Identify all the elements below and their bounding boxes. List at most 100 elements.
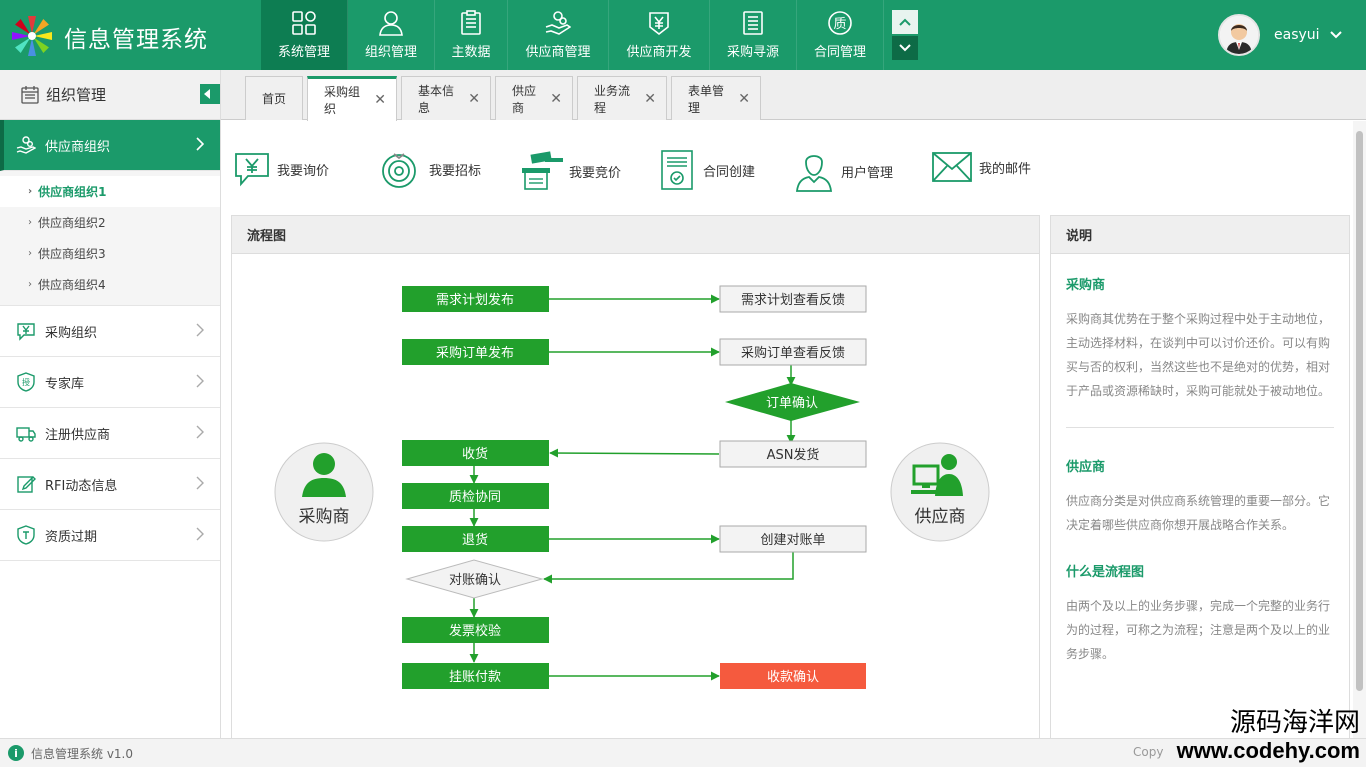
chevron-down-icon bbox=[899, 44, 911, 52]
tab-basic-info[interactable]: 基本信息 ✕ bbox=[401, 76, 491, 120]
tab-form-mgmt[interactable]: 表单管理 ✕ bbox=[671, 76, 761, 120]
flow-step-order-publish: 采购订单发布 bbox=[402, 339, 549, 365]
svg-text:采购商: 采购商 bbox=[299, 507, 350, 527]
sub-item-label: 供应商组织3 bbox=[38, 247, 106, 261]
quick-label: 用户管理 bbox=[841, 165, 894, 181]
nav-sourcing[interactable]: 采购寻源 bbox=[710, 0, 797, 70]
sidebar-item-label: 采购组织 bbox=[45, 325, 98, 341]
quick-user-mgmt[interactable]: 用户管理 bbox=[793, 149, 893, 193]
scrollbar-thumb[interactable] bbox=[1356, 131, 1363, 691]
sidebar-item-purchase-org[interactable]: 采购组织 bbox=[0, 306, 220, 357]
nav-label: 采购寻源 bbox=[726, 45, 779, 60]
nav-label: 主数据 bbox=[451, 45, 491, 60]
desc-text: 供应商分类是对供应商系统管理的重要一部分。它决定着哪些供应商你想开展战略合作关系… bbox=[1066, 494, 1331, 532]
desc-heading: 供应商 bbox=[1066, 460, 1106, 475]
nav-supplier-dev[interactable]: 供应商开发 bbox=[609, 0, 710, 70]
quick-tender[interactable]: 我要招标 bbox=[379, 149, 481, 189]
quality-icon: 质 bbox=[828, 11, 852, 35]
app-version: 信息管理系统 v1.0 bbox=[31, 746, 134, 761]
grid-icon bbox=[292, 11, 316, 35]
close-icon[interactable]: ✕ bbox=[738, 91, 750, 107]
tab-label: 表单管理 bbox=[688, 83, 725, 115]
desc-text: 采购商其优势在于整个采购过程中处于主动地位，主动选择材料，在谈判中可以讨价还价。… bbox=[1066, 312, 1331, 398]
desc-text: 由两个及以上的业务步骤，完成一个完整的业务行为的过程，可称之为流程；注意是两个及… bbox=[1066, 599, 1331, 661]
svg-text:质: 质 bbox=[833, 17, 846, 32]
flow-step-qc: 质检协同 bbox=[402, 483, 549, 509]
quick-my-mail[interactable]: 我的邮件 bbox=[931, 149, 1031, 185]
close-icon[interactable]: ✕ bbox=[374, 92, 386, 108]
sidebar-item-cert-expired[interactable]: 资质过期 bbox=[0, 510, 220, 561]
sidebar-item-label: RFI动态信息 bbox=[45, 478, 118, 494]
nav-system[interactable]: 系统管理 bbox=[261, 0, 348, 70]
sidebar: 组织管理 供应商组织 › 供应商组织1 › 供应商组织2 › 供应商组织3 › 供应商组… bbox=[0, 70, 221, 739]
sidebar-item-label: 供应商组织 bbox=[45, 139, 111, 155]
tab-label: 业务流程 bbox=[594, 83, 631, 115]
chevron-right-icon: › bbox=[28, 248, 32, 259]
sidebar-sub-list: › 供应商组织1 › 供应商组织2 › 供应商组织3 › 供应商组织4 bbox=[0, 171, 220, 306]
sidebar-item-expert-library[interactable]: 授 专家库 bbox=[0, 357, 220, 408]
quick-contract[interactable]: 合同创建 bbox=[659, 149, 755, 191]
sub-item-supplier-org-4[interactable]: › 供应商组织4 bbox=[0, 269, 220, 300]
flow-step-order-feedback: 采购订单查看反馈 bbox=[719, 338, 867, 366]
sidebar-item-rfi-info[interactable]: RFI动态信息 bbox=[0, 459, 220, 510]
avatar bbox=[1218, 14, 1260, 56]
nav-label: 合同管理 bbox=[813, 45, 866, 60]
flow-chart: 需求计划发布 采购订单发布 收货 质检协同 退货 对账确认 发票校验 挂账付款 … bbox=[274, 285, 990, 689]
quick-bidding[interactable]: 我要竞价 bbox=[521, 149, 621, 193]
flow-step-demand-feedback: 需求计划查看反馈 bbox=[719, 285, 867, 313]
document-icon bbox=[743, 11, 763, 35]
sidebar-item-label: 注册供应商 bbox=[45, 427, 111, 443]
app-title: 信息管理系统 bbox=[64, 27, 208, 53]
nav-contract[interactable]: 质 合同管理 bbox=[797, 0, 884, 70]
sub-item-supplier-org-3[interactable]: › 供应商组织3 bbox=[0, 238, 220, 269]
svg-text:供应商: 供应商 bbox=[915, 507, 966, 527]
content-scrollbar[interactable] bbox=[1353, 121, 1366, 738]
svg-text:对账确认: 对账确认 bbox=[449, 573, 501, 588]
sub-item-supplier-org-1[interactable]: › 供应商组织1 bbox=[0, 176, 220, 207]
hand-coin-icon bbox=[545, 11, 571, 35]
description-panel: 说明 采购商 采购商其优势在于整个采购过程中处于主动地位，主动选择材料，在谈判中… bbox=[1050, 215, 1350, 745]
tab-supplier[interactable]: 供应商 ✕ bbox=[495, 76, 573, 120]
main-content: 我要询价 我要招标 我要竞价 合同创建 用户管理 我的邮件 流程图 需求计划发布… bbox=[221, 121, 1353, 745]
sidebar-item-supplier-org[interactable]: 供应商组织 bbox=[0, 120, 220, 171]
flow-step-order-confirm: 订单确认 bbox=[725, 383, 860, 421]
description-panel-title: 说明 bbox=[1051, 216, 1349, 254]
tab-home[interactable]: 首页 bbox=[245, 76, 303, 120]
nav-label: 组织管理 bbox=[364, 45, 417, 60]
quick-label: 我要招标 bbox=[429, 163, 482, 179]
quick-inquiry[interactable]: 我要询价 bbox=[233, 149, 329, 189]
nav-supplier-mgmt[interactable]: 供应商管理 bbox=[508, 0, 609, 70]
sidebar-collapse-button[interactable] bbox=[200, 84, 220, 104]
yen-chat-icon bbox=[235, 153, 269, 187]
tab-purchase-org[interactable]: 采购组织 ✕ bbox=[307, 76, 397, 121]
svg-text:发票校验: 发票校验 bbox=[449, 623, 501, 639]
desc-section-buyer: 采购商 采购商其优势在于整个采购过程中处于主动地位，主动选择材料，在谈判中可以讨… bbox=[1051, 274, 1349, 403]
close-icon[interactable]: ✕ bbox=[644, 91, 656, 107]
tab-label: 采购组织 bbox=[324, 85, 361, 116]
nav-scroll-down-button[interactable] bbox=[892, 36, 918, 60]
nav-org[interactable]: 组织管理 bbox=[348, 0, 435, 70]
chevron-right-icon bbox=[196, 137, 204, 151]
nav-master-data[interactable]: 主数据 bbox=[435, 0, 508, 70]
nav-scroll-up-button[interactable] bbox=[892, 10, 918, 34]
svg-text:退货: 退货 bbox=[462, 532, 488, 548]
hand-coin-icon bbox=[16, 135, 36, 155]
close-icon[interactable]: ✕ bbox=[550, 91, 562, 107]
svg-text:质检协同: 质检协同 bbox=[449, 490, 501, 505]
user-menu[interactable]: easyui bbox=[1218, 14, 1342, 56]
chevron-down-icon bbox=[1329, 31, 1342, 39]
flow-panel: 流程图 需求计划发布 采购订单发布 收货 质检协同 退货 对账确认 发票校验 挂… bbox=[231, 215, 1040, 745]
flow-step-create-statement: 创建对账单 bbox=[719, 525, 867, 553]
tab-business-flow[interactable]: 业务流程 ✕ bbox=[577, 76, 667, 120]
yen-chat-icon bbox=[16, 321, 36, 341]
nav-scroll bbox=[892, 10, 918, 60]
flow-step-payment-confirm: 收款确认 bbox=[720, 663, 866, 689]
contract-icon bbox=[661, 150, 693, 190]
quick-label: 我的邮件 bbox=[979, 161, 1032, 177]
desc-heading: 什么是流程图 bbox=[1066, 565, 1145, 580]
close-icon[interactable]: ✕ bbox=[468, 91, 480, 107]
sub-item-supplier-org-2[interactable]: › 供应商组织2 bbox=[0, 207, 220, 238]
chevron-up-icon bbox=[899, 18, 911, 26]
sidebar-item-register-supplier[interactable]: 注册供应商 bbox=[0, 408, 220, 459]
clipboard-icon bbox=[461, 10, 481, 35]
